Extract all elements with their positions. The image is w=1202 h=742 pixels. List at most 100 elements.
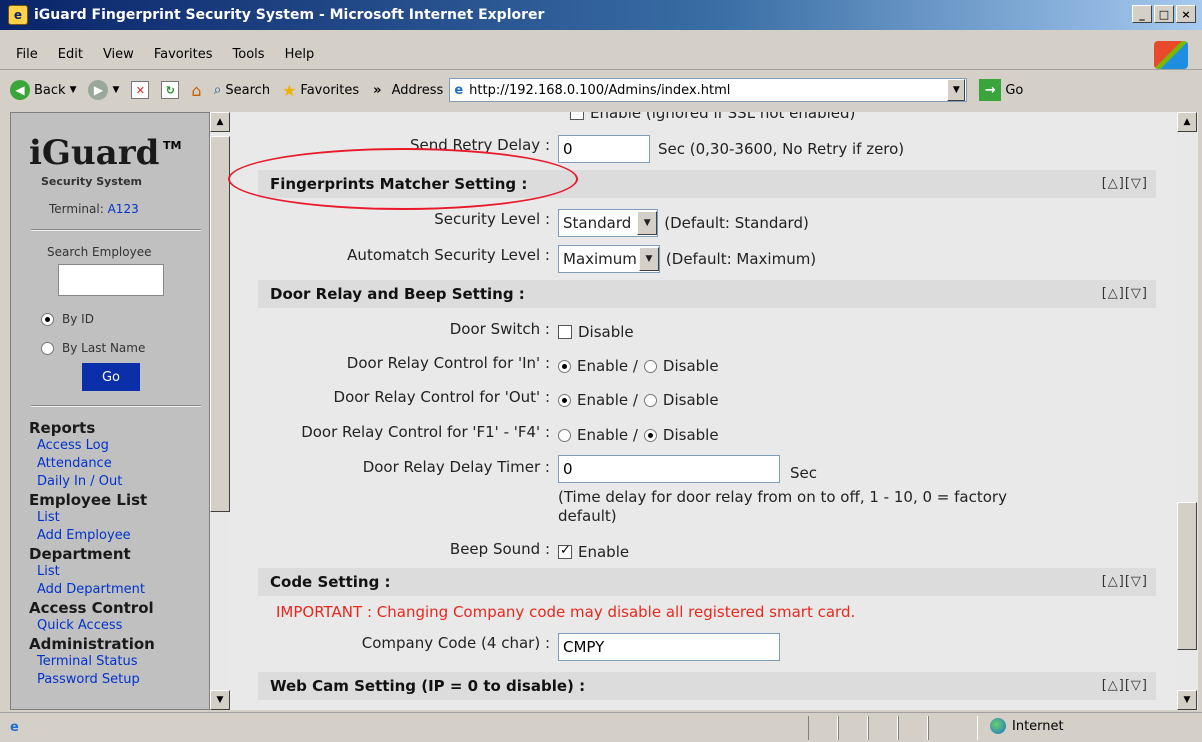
security-level-select[interactable]: Standard ▼ (558, 209, 659, 237)
go-label: Go (1005, 82, 1024, 98)
section-collapse-arrows[interactable]: [△][▽] (1102, 574, 1148, 589)
scrollbar-thumb[interactable] (210, 136, 230, 512)
relay-in-enable-radio[interactable] (558, 359, 571, 373)
globe-icon (990, 718, 1006, 734)
sidebar-link-quick-access[interactable]: Quick Access (29, 617, 155, 635)
sidebar-link-terminal-status[interactable]: Terminal Status (29, 653, 155, 671)
menu-edit[interactable]: Edit (50, 45, 91, 64)
send-retry-input[interactable]: 0 (558, 135, 650, 163)
title-bar: e iGuard Fingerprint Security System - M… (0, 0, 1202, 30)
minimize-button[interactable]: _ (1132, 5, 1152, 23)
status-bar: e Internet (0, 712, 1202, 742)
menu-file[interactable]: File (8, 45, 46, 64)
sidebar-link-access-log[interactable]: Access Log (29, 437, 155, 455)
go-button[interactable]: → Go (979, 79, 1023, 101)
radio-by-id[interactable]: By ID (41, 312, 94, 326)
relay-in-label: Door Relay Control for 'In' : (346, 354, 550, 372)
automatch-level-row: Automatch Security Level : Maximum ▼ (De… (230, 240, 1176, 273)
sidebar-scrollbar[interactable]: ▲ ▼ (210, 112, 230, 710)
search-employee-input[interactable] (58, 264, 164, 296)
menu-view[interactable]: View (95, 45, 142, 64)
address-dropdown-button[interactable]: ▼ (947, 79, 966, 101)
menu-tools[interactable]: Tools (225, 45, 273, 64)
section-collapse-arrows[interactable]: [△][▽] (1102, 176, 1148, 191)
relay-out-enable-radio[interactable] (558, 393, 571, 407)
relay-out-disable-radio[interactable] (643, 393, 657, 407)
relay-delay-input[interactable]: 0 (558, 455, 780, 483)
stop-button[interactable]: ✕ (131, 81, 150, 99)
terminal-link[interactable]: A123 (108, 202, 139, 216)
scroll-up-button[interactable]: ▲ (1177, 112, 1197, 132)
relay-f-label: Door Relay Control for 'F1' - 'F4' : (301, 423, 550, 441)
sidebar: iGuard TM Security System Terminal: A123… (10, 112, 210, 710)
refresh-button[interactable]: ↻ (161, 81, 180, 99)
section-title: Door Relay and Beep Setting : (270, 285, 525, 303)
beep-sound-checkbox[interactable] (558, 543, 572, 559)
radio-by-last-name-label: By Last Name (62, 341, 146, 355)
refresh-icon: ↻ (161, 81, 180, 99)
menu-favorites[interactable]: Favorites (146, 45, 221, 64)
scroll-down-button[interactable]: ▼ (1177, 690, 1197, 710)
ssl-enable-label: Enable (ignored if SSL not enabled) (590, 112, 856, 122)
maximize-button[interactable]: □ (1154, 5, 1174, 23)
door-switch-label: Door Switch : (449, 320, 550, 338)
relay-out-row: Door Relay Control for 'Out' : Enable / … (230, 382, 1176, 414)
scroll-down-button[interactable]: ▼ (210, 690, 230, 710)
toolbar-overflow-button[interactable]: » (373, 83, 381, 98)
sidebar-link-department-list[interactable]: List (29, 563, 155, 581)
sidebar-link-employee-list[interactable]: List (29, 509, 155, 527)
relay-delay-label: Door Relay Delay Timer : (362, 458, 550, 476)
automatch-level-hint: (Default: Maximum) (665, 250, 817, 268)
company-code-label: Company Code (4 char) : (361, 634, 550, 652)
chevron-down-icon: ▼ (637, 211, 658, 235)
radio-button[interactable] (41, 312, 54, 326)
close-button[interactable]: × (1176, 5, 1196, 23)
checkbox[interactable] (570, 112, 584, 120)
automatch-level-value: Maximum (563, 250, 637, 268)
security-level-label: Security Level : (434, 210, 550, 228)
relay-in-row: Door Relay Control for 'In' : Enable / D… (230, 348, 1176, 380)
scrollbar-thumb[interactable] (1177, 502, 1197, 650)
back-button[interactable]: ◀ Back ▼ (10, 80, 76, 100)
automatch-level-select[interactable]: Maximum ▼ (558, 245, 660, 273)
settings-content: Enable (ignored if SSL not enabled) Send… (230, 112, 1176, 710)
scroll-up-button[interactable]: ▲ (210, 112, 230, 132)
section-collapse-arrows[interactable]: [△][▽] (1102, 678, 1148, 693)
relay-in-enable-label: Enable / (577, 357, 638, 375)
home-button[interactable]: ⌂ (191, 81, 201, 100)
sidebar-link-attendance[interactable]: Attendance (29, 455, 155, 473)
radio-by-last-name[interactable]: By Last Name (41, 341, 145, 355)
relay-in-disable-radio[interactable] (643, 359, 657, 373)
sidebar-heading-employee-list: Employee List (29, 491, 148, 509)
favorites-button[interactable]: ★ Favorites (282, 81, 359, 100)
relay-f-disable-radio[interactable] (643, 428, 657, 442)
address-bar[interactable]: e http://192.168.0.100/Admins/index.html (449, 78, 968, 102)
ie-page-icon: e (454, 82, 464, 98)
back-arrow-icon: ◀ (10, 80, 30, 100)
sidebar-link-daily-in-out[interactable]: Daily In / Out (29, 473, 155, 491)
forward-button[interactable]: ▶ ▼ (88, 80, 119, 100)
company-code-row: Company Code (4 char) : CMPY (230, 628, 1176, 661)
radio-button[interactable] (41, 341, 54, 355)
send-retry-row: Send Retry Delay : 0 Sec (0,30-3600, No … (230, 130, 1176, 163)
status-segment (868, 716, 898, 740)
sidebar-link-password-setup[interactable]: Password Setup (29, 671, 155, 689)
chevron-down-icon: ▼ (638, 247, 659, 271)
door-switch-checkbox[interactable] (558, 325, 572, 339)
relay-f-enable-radio[interactable] (558, 428, 571, 442)
relay-delay-hint-continued: default) (558, 507, 617, 525)
section-collapse-arrows[interactable]: [△][▽] (1102, 286, 1148, 301)
search-button[interactable]: ⌕ Search (214, 82, 271, 98)
menu-help[interactable]: Help (277, 45, 323, 64)
iguard-logo: iGuard (29, 133, 160, 173)
door-switch-row: Door Switch : Disable (230, 314, 1176, 346)
sidebar-link-add-employee[interactable]: Add Employee (29, 527, 155, 545)
search-go-button[interactable]: Go (82, 363, 140, 391)
relay-in-disable-label: Disable (662, 357, 719, 375)
sidebar-link-add-department[interactable]: Add Department (29, 581, 155, 599)
main-scrollbar[interactable]: ▲ ▼ (1176, 112, 1198, 710)
company-code-input[interactable]: CMPY (558, 633, 780, 661)
radio-by-id-label: By ID (62, 312, 94, 326)
chevron-down-icon: ▼ (112, 85, 120, 95)
beep-sound-option: Enable (578, 543, 630, 561)
